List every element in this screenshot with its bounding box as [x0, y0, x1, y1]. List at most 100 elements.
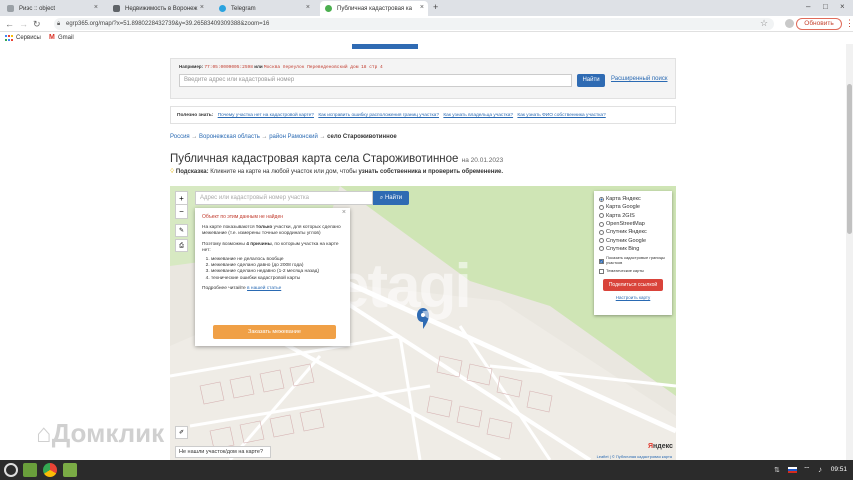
scrollbar-thumb[interactable] [847, 84, 852, 234]
minimize-icon[interactable]: – [806, 2, 810, 11]
update-button[interactable]: Обновить [796, 18, 842, 30]
cadastral-map[interactable]: etagi + − ✎ ⎙ ✐ Адрес или кадастровый но… [170, 186, 676, 460]
volume-icon[interactable]: ♪ [818, 465, 822, 474]
avatar[interactable] [785, 19, 794, 28]
breadcrumb-item[interactable]: район Рамонский [269, 134, 318, 140]
radio-icon [599, 213, 604, 219]
site-top-nav [170, 44, 676, 49]
layer-checkbox[interactable]: ✓ Показать кадастровые границы участков [599, 255, 667, 267]
advanced-search-link[interactable]: Расширенный поиск [611, 76, 668, 82]
useful-link[interactable]: Как исправить ошибку расположения границ… [318, 113, 439, 118]
map-search-input[interactable]: Адрес или кадастровый номер участка [195, 191, 373, 205]
layer-option[interactable]: Спутник Яндекс [599, 228, 667, 236]
useful-links-bar: Полезно знать: Почему участка нет на кад… [170, 106, 676, 124]
maximize-icon[interactable]: □ [823, 2, 828, 11]
close-icon[interactable]: × [342, 209, 346, 216]
zoom-in-button[interactable]: + [176, 192, 187, 205]
browser-tab-2[interactable]: Недвижимость в Воронеж × [108, 1, 208, 16]
system-clock[interactable]: 09:51 [831, 466, 847, 473]
active-nav-item[interactable] [352, 44, 418, 49]
radio-icon [599, 238, 604, 244]
reload-icon[interactable]: ↻ [33, 19, 41, 30]
chrome-icon[interactable] [43, 463, 57, 477]
wifi-icon[interactable]: ⌔ [803, 465, 811, 475]
scrollbar[interactable] [846, 44, 853, 460]
radio-icon [599, 221, 604, 227]
share-link-button[interactable]: Поделиться ссылкой [603, 279, 663, 292]
star-icon[interactable]: ☆ [760, 18, 768, 29]
tab-label: Риэс :: object [19, 5, 56, 12]
layer-option[interactable]: Карта 2GIS [599, 212, 667, 220]
search-button[interactable]: Найти [577, 74, 605, 87]
tab-label: Недвижимость в Воронеж [125, 5, 198, 12]
address-bar: ← → ↻ 🔒︎ egrp365.org/map/?x=51.898022843… [0, 16, 853, 32]
zoom-out-button[interactable]: − [176, 205, 187, 218]
checkbox-icon [599, 268, 604, 274]
bookmark-gmail[interactable]: Gmail [58, 35, 74, 41]
tab-favicon-icon [113, 5, 120, 12]
not-found-on-map-button[interactable]: Не нашли участок/дом на карте? [175, 446, 271, 458]
popup-paragraph: Поэтому возможны 4 причины, по которым у… [202, 241, 339, 253]
breadcrumb-item[interactable]: Воронежская область [199, 134, 260, 140]
layer-option[interactable]: Карта Яндекс [599, 195, 667, 203]
close-tab-icon[interactable]: × [94, 4, 98, 11]
close-window-icon[interactable]: × [840, 2, 845, 11]
breadcrumb-item[interactable]: Россия [170, 134, 190, 140]
folder-icon[interactable] [63, 463, 77, 477]
article-link[interactable]: в нашей статье [247, 286, 281, 291]
telegram-icon [219, 5, 226, 12]
radio-icon [599, 229, 604, 235]
useful-link[interactable]: Почему участка нет на кадастровой карте? [218, 113, 314, 118]
url-input[interactable]: 🔒︎ egrp365.org/map/?x=51.8980228432739&y… [54, 18, 774, 30]
lock-icon: 🔒︎ [57, 21, 61, 27]
files-icon[interactable] [23, 463, 37, 477]
useful-label: Полезно знать: [177, 113, 214, 118]
radio-icon [599, 196, 604, 202]
forward-icon[interactable]: → [19, 19, 28, 29]
useful-link[interactable]: Как узнать владельца участка? [443, 113, 513, 118]
network-icon[interactable]: ⇅ [774, 466, 780, 474]
new-tab-button[interactable]: + [433, 2, 438, 12]
search-icon: ⌕ [379, 195, 384, 201]
map-credits[interactable]: Leaflet | © Публичная кадастровая карта [597, 454, 672, 459]
map-search-button[interactable]: ⌕ Найти [373, 191, 409, 205]
start-menu-icon[interactable] [4, 463, 18, 477]
reasons-list: межевание не делалось вообще межевание с… [211, 257, 343, 282]
browser-tab-4[interactable]: Публичная кадастровая ка × [320, 1, 428, 16]
breadcrumb-current: село Староживотинное [327, 134, 397, 140]
browser-tab-3[interactable]: Telegram × [214, 1, 314, 16]
menu-icon[interactable]: ⋮ [845, 18, 853, 29]
draw-tool-button[interactable]: ✐ [175, 426, 188, 439]
order-survey-button[interactable]: Заказать межевание [213, 325, 336, 339]
popup-title: Объект по этим данным не найден [202, 214, 284, 220]
radio-icon [599, 204, 604, 210]
close-tab-icon[interactable]: × [420, 4, 424, 11]
language-flag-icon[interactable] [788, 467, 797, 473]
apps-icon [5, 35, 13, 41]
tab-label: Telegram [231, 5, 256, 12]
layer-option[interactable]: OpenStreetMap [599, 220, 667, 228]
popup-more: Подробнее читайте в нашей статье [202, 285, 282, 291]
bookmark-services[interactable]: Сервисы [16, 35, 41, 41]
etagi-watermark: etagi [335, 252, 472, 321]
layer-checkbox[interactable]: Тематические карты [599, 267, 667, 275]
radio-icon [599, 246, 604, 252]
domklik-watermark: ⌂Домклик [36, 418, 165, 448]
close-tab-icon[interactable]: × [200, 4, 204, 11]
layer-option[interactable]: Спутник Bing [599, 245, 667, 253]
gmail-icon: M [49, 34, 55, 41]
os-taskbar: ⇅ ⌔ ♪ 09:51 [0, 460, 853, 480]
layer-option[interactable]: Карта Google [599, 203, 667, 211]
setup-map-link[interactable]: Настроить карту [599, 295, 667, 300]
useful-link[interactable]: Как узнать ФИО собственника участка? [517, 113, 605, 118]
browser-tab-1[interactable]: Риэс :: object × [2, 1, 102, 16]
search-example: Например: 77:05:0009005:2598 или Москва … [179, 64, 383, 70]
tab-label: Публичная кадастровая ка [337, 5, 412, 12]
close-tab-icon[interactable]: × [306, 4, 310, 11]
ruler-tool-button[interactable]: ✎ [175, 224, 188, 237]
layer-option[interactable]: Спутник Google [599, 236, 667, 244]
print-tool-button[interactable]: ⎙ [175, 239, 188, 252]
address-search-input[interactable]: Введите адрес или кадастровый номер [179, 74, 572, 87]
back-icon[interactable]: ← [5, 19, 14, 29]
url-text: egrp365.org/map/?x=51.8980228432739&y=39… [66, 21, 270, 27]
